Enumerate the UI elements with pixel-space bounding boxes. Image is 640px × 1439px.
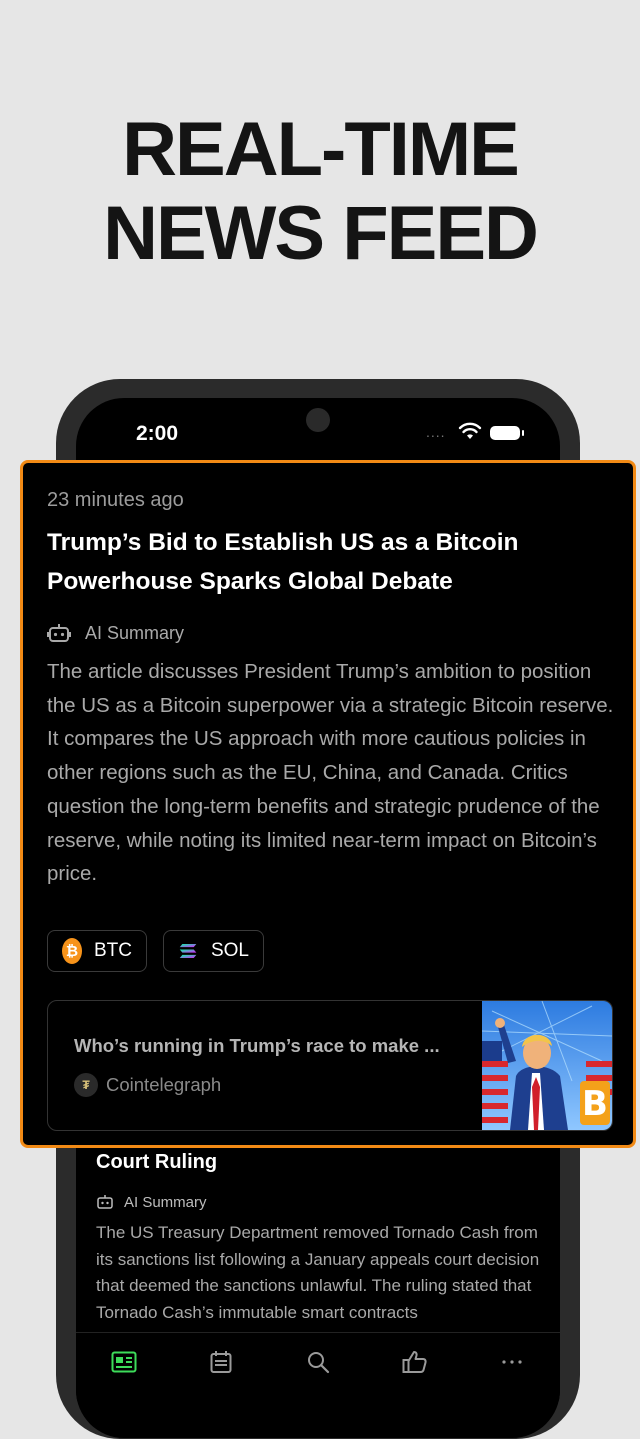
related-article-title: Who’s running in Trump’s race to make ..… bbox=[74, 1035, 440, 1056]
robot-icon bbox=[47, 624, 71, 642]
tab-recommended[interactable] bbox=[400, 1349, 430, 1375]
card-title[interactable]: Trump’s Bid to Establish US as a Bitcoin… bbox=[47, 523, 587, 601]
card-time-ago: 23 minutes ago bbox=[47, 489, 184, 511]
tag-sol-label: SOL bbox=[210, 940, 249, 961]
headline-line-1: REAL-TIME bbox=[122, 107, 520, 192]
calendar-icon bbox=[210, 1351, 232, 1373]
tag-btc-label: BTC bbox=[94, 940, 132, 961]
headline-line-2: NEWS FEED bbox=[103, 191, 539, 276]
ai-summary-label: AI Summary bbox=[47, 621, 184, 645]
status-time: 2:00 bbox=[136, 422, 179, 445]
related-article-link[interactable]: Who’s running in Trump’s race to make ..… bbox=[47, 1000, 613, 1131]
card-summary: The article discusses President Trump’s … bbox=[47, 660, 614, 886]
news-icon bbox=[111, 1351, 137, 1373]
search-icon bbox=[307, 1352, 330, 1374]
news-card-highlighted[interactable]: 23 minutes ago Trump’s Bid to Establish … bbox=[20, 460, 636, 1148]
bitcoin-icon: ₿ bbox=[62, 938, 82, 964]
next-item-title[interactable]: Court Ruling bbox=[96, 1151, 217, 1174]
next-item-summary: The US Treasury Department removed Torna… bbox=[96, 1223, 540, 1322]
battery-icon bbox=[490, 426, 524, 440]
thumbs-up-icon bbox=[402, 1351, 427, 1373]
tag-sol[interactable]: SOL bbox=[163, 930, 264, 972]
ai-summary-text: AI Summary bbox=[85, 622, 185, 643]
tag-btc[interactable]: ₿ BTC bbox=[47, 930, 147, 972]
next-item-ai-label: AI Summary bbox=[124, 1193, 207, 1211]
solana-icon bbox=[179, 944, 197, 958]
source-name: Cointelegraph bbox=[106, 1074, 222, 1095]
tab-news[interactable] bbox=[109, 1349, 139, 1375]
tab-calendar[interactable] bbox=[206, 1349, 236, 1375]
hero-headline: REAL-TIME NEWS FEED bbox=[0, 108, 640, 276]
svg-text:B: B bbox=[582, 1084, 608, 1124]
tab-more[interactable] bbox=[497, 1349, 527, 1375]
next-item-ai-summary-label: AI Summary bbox=[96, 1193, 207, 1211]
article-thumbnail: B bbox=[482, 1001, 612, 1130]
robot-icon bbox=[97, 1195, 113, 1209]
front-camera bbox=[306, 408, 330, 432]
signal-dots: .... bbox=[426, 424, 446, 440]
related-article-source: ₮ Cointelegraph bbox=[74, 1073, 221, 1097]
cointelegraph-logo-icon: ₮ bbox=[74, 1073, 98, 1097]
more-icon bbox=[501, 1360, 522, 1364]
bottom-tab-bar bbox=[76, 1332, 560, 1402]
wifi-icon bbox=[458, 422, 482, 439]
tab-search[interactable] bbox=[303, 1349, 333, 1375]
